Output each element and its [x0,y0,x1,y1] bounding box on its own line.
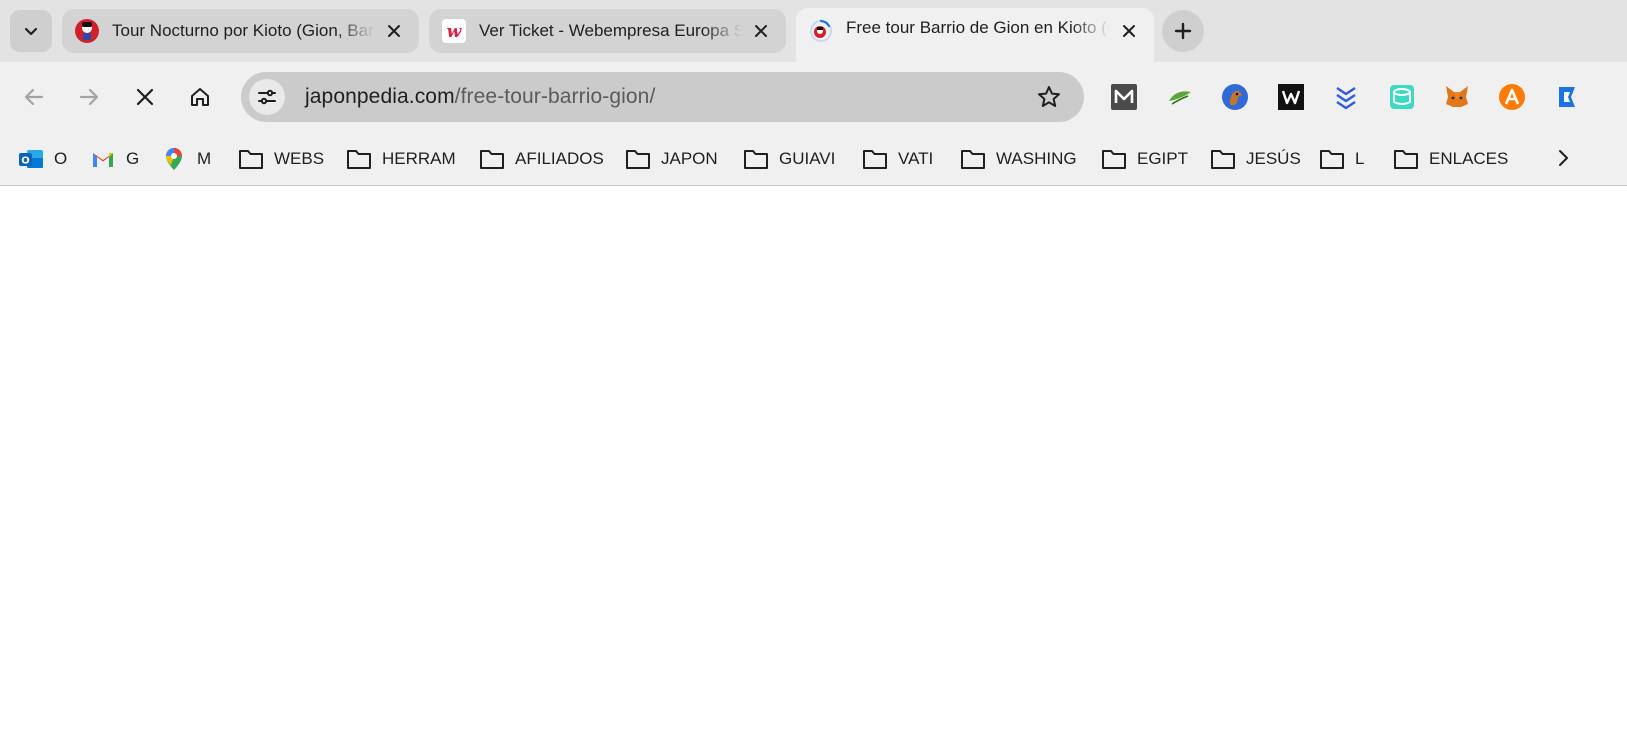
webempresa-icon: w [441,18,467,44]
tab-strip: Tour Nocturno por Kioto (Gion, Barrio de… [0,0,1627,62]
bookmark-folder-afiliados[interactable]: AFILIADOS [479,144,604,174]
green-leaf-icon[interactable] [1166,83,1194,111]
home-button[interactable] [182,79,218,115]
bookmark-label: O [54,149,68,168]
tab-free-tour-gion[interactable]: Free tour Barrio de Gion en Kioto (Grati… [796,8,1154,62]
bookmark-label: VATI [898,149,934,168]
bookmark-folder-vati[interactable]: VATI [862,144,933,174]
gmail-icon [90,146,116,172]
chevron-down-icon [24,27,38,36]
tab-ver-ticket[interactable]: w Ver Ticket - Webempresa Europa S.L. [429,9,786,53]
star-icon [1038,86,1060,107]
loading-japonpedia-icon [808,18,834,44]
bookmark-label: JESÚS [1246,149,1301,168]
teal-drum-icon[interactable] [1388,83,1416,111]
bookmarks-bar: O O G M WEBS HERRAM AFILIADOS JAPON GUIA… [0,132,1627,186]
folder-icon [238,146,264,172]
tab-title: Tour Nocturno por Kioto (Gion, Barrio de… [112,21,375,40]
folder-icon [743,146,769,172]
url-text[interactable]: japonpedia.com/free-tour-barrio-gion/ [305,85,655,109]
bookmark-label: AFILIADOS [515,149,604,168]
url-host: japonpedia.com [305,85,455,108]
bookmark-label: EGIPT [1137,149,1189,168]
folder-icon [625,146,651,172]
bookmark-maps[interactable]: M [161,144,211,174]
medium-icon[interactable] [1110,83,1138,111]
forward-button[interactable] [71,79,107,115]
bookmark-gmail[interactable]: G [90,144,139,174]
plus-icon [1174,22,1192,40]
chevron-right-icon [1559,150,1568,166]
browser-chrome: Tour Nocturno por Kioto (Gion, Barrio de… [0,0,1627,186]
site-info-button[interactable] [249,79,285,115]
bookmark-folder-japon[interactable]: JAPON [625,144,718,174]
svg-text:O: O [21,156,30,167]
bookmark-folder-egipt[interactable]: EGIPT [1101,144,1188,174]
bookmark-label: GUIAVI [779,149,836,168]
bookmark-folder-guiavi[interactable]: GUIAVI [743,144,835,174]
bookmark-label: G [126,149,140,168]
back-button[interactable] [16,79,52,115]
folder-icon [479,146,505,172]
toolbar: japonpedia.com/free-tour-barrio-gion/ [0,62,1627,132]
bookmark-label: ENLACES [1429,149,1509,168]
tab-title: Free tour Barrio de Gion en Kioto (Grati… [846,18,1110,37]
close-tab-icon[interactable] [1116,18,1142,44]
arrow-right-icon [79,88,99,106]
tab-title: Ver Ticket - Webempresa Europa S.L. [479,21,742,40]
orange-a-icon[interactable] [1498,83,1526,111]
url-path: /free-tour-barrio-gion/ [454,85,656,108]
bookmark-folder-washing[interactable]: WASHING [960,144,1077,174]
w-box-icon[interactable] [1277,83,1305,111]
metamask-fox-icon[interactable] [1443,83,1471,111]
close-icon [136,88,154,106]
arrow-left-icon [24,88,44,106]
bookmark-outlook[interactable]: O O [18,144,67,174]
bookmark-label: JAPON [661,149,718,168]
bookmark-folder-enlaces[interactable]: ENLACES [1393,144,1508,174]
bookmark-star-button[interactable] [1036,84,1062,115]
bookmark-label: WASHING [996,149,1077,168]
bookmark-folder-jesus[interactable]: JESÚS [1210,144,1301,174]
outlook-icon: O [18,146,44,172]
new-tab-button[interactable] [1162,10,1204,52]
page-content [0,186,1627,754]
tab-search-button[interactable] [10,10,52,52]
tab-tour-nocturno[interactable]: Tour Nocturno por Kioto (Gion, Barrio de… [62,9,419,53]
home-icon [191,88,209,106]
bookmark-label: M [197,149,212,168]
stop-loading-button[interactable] [127,79,163,115]
maps-pin-icon [161,146,187,172]
folder-icon [960,146,986,172]
folder-icon [1319,146,1345,172]
close-tab-icon[interactable] [381,18,407,44]
close-tab-icon[interactable] [748,18,774,44]
bookmark-label: HERRAM [382,149,456,168]
bookmark-folder-herram[interactable]: HERRAM [346,144,456,174]
blue-partial-icon[interactable] [1553,83,1581,111]
bookmark-folder-l[interactable]: L [1319,144,1364,174]
horse-circle-icon[interactable] [1221,83,1249,111]
bookmark-label: WEBS [274,149,325,168]
folder-icon [1101,146,1127,172]
folder-icon [862,146,888,172]
svg-text:w: w [447,22,463,42]
bookmark-label: L [1355,149,1365,168]
blue-chevrons-icon[interactable] [1332,83,1360,111]
address-bar[interactable]: japonpedia.com/free-tour-barrio-gion/ [241,72,1084,122]
folder-icon [346,146,372,172]
bookmark-folder-webs[interactable]: WEBS [238,144,324,174]
folder-icon [1393,146,1419,172]
folder-icon [1210,146,1236,172]
more-bookmarks-button[interactable] [1555,147,1571,174]
japonpedia-icon [74,18,100,44]
tune-icon [258,89,276,105]
